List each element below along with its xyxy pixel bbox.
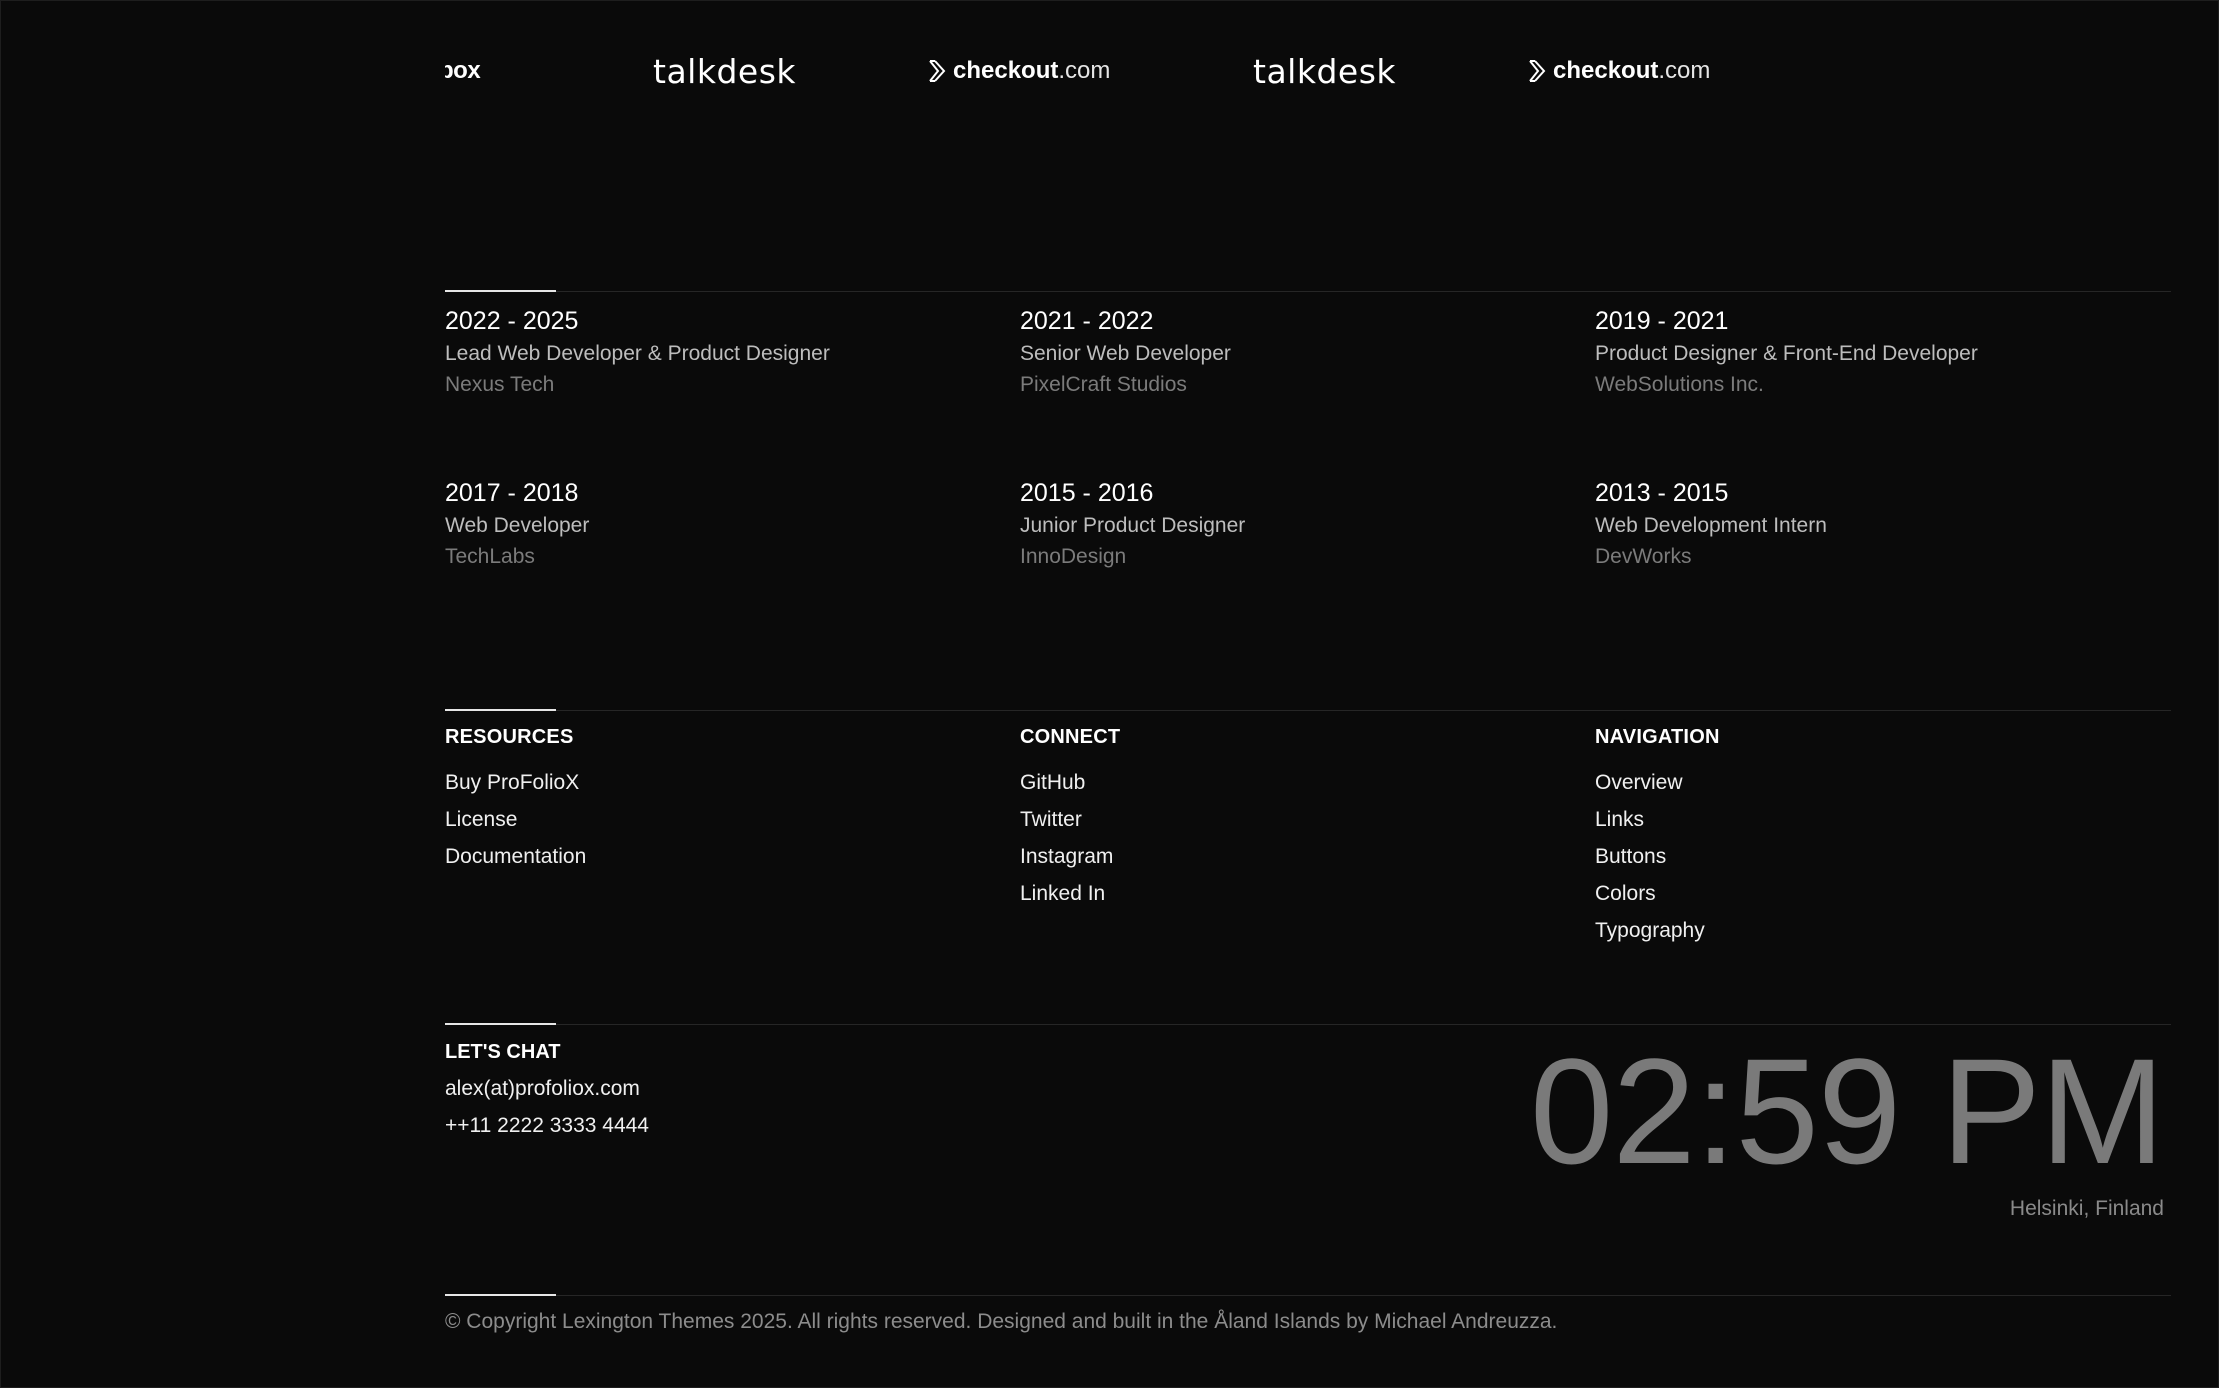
resources-heading: RESOURCES	[445, 726, 574, 748]
link-instagram[interactable]: Instagram	[1020, 844, 1580, 870]
checkout-logo: checkout .com	[1527, 31, 1710, 111]
checkout-logo-bold: checkout	[1553, 57, 1659, 84]
experience-role: Web Development Intern	[1595, 514, 1827, 537]
checkout-logo-thin: .com	[1058, 57, 1111, 84]
experience-role: Junior Product Designer	[1020, 514, 1246, 537]
experience-item: 2019 - 2021 Product Designer & Front-End…	[1595, 306, 2155, 398]
experience-years: 2019 - 2021	[1595, 307, 1729, 335]
experience-years: 2013 - 2015	[1595, 479, 1729, 507]
talkdesk-logo: talkdesk	[1253, 31, 1396, 111]
link-license[interactable]: License	[445, 807, 1005, 833]
navigation-column: NAVIGATION Overview Links Buttons Colors…	[1595, 724, 2155, 955]
checkout-logo-bold: checkout	[953, 57, 1059, 84]
talkdesk-logo-text: talkdesk	[653, 51, 796, 91]
checkout-mark-icon	[1529, 60, 1546, 82]
link-documentation[interactable]: Documentation	[445, 844, 1005, 870]
experience-item: 2022 - 2025 Lead Web Developer & Product…	[445, 306, 1005, 398]
experience-item: 2013 - 2015 Web Development Intern DevWo…	[1595, 478, 2155, 570]
link-buttons[interactable]: Buttons	[1595, 844, 2155, 870]
page-frame: box talkdesk checkout .com talkdesk check…	[0, 0, 2219, 1388]
experience-years: 2022 - 2025	[445, 307, 579, 335]
experience-company: PixelCraft Studios	[1020, 373, 1187, 396]
client-logo-strip: box talkdesk checkout .com talkdesk check…	[445, 31, 1845, 111]
link-twitter[interactable]: Twitter	[1020, 807, 1580, 833]
contact-email-link[interactable]: alex(at)profoliox.com	[445, 1076, 1045, 1102]
experience-company: InnoDesign	[1020, 545, 1127, 568]
footer-links-divider	[445, 709, 2171, 711]
link-linkedin[interactable]: Linked In	[1020, 881, 1580, 907]
checkout-logo: checkout .com	[927, 31, 1110, 111]
box-logo: box	[445, 31, 481, 111]
experience-years: 2021 - 2022	[1020, 307, 1154, 335]
copyright-text: © Copyright Lexington Themes 2025. All r…	[445, 1310, 1558, 1333]
experience-item: 2021 - 2022 Senior Web Developer PixelCr…	[1020, 306, 1580, 398]
link-github[interactable]: GitHub	[1020, 770, 1580, 796]
experience-item: 2015 - 2016 Junior Product Designer Inno…	[1020, 478, 1580, 570]
clock-time: 02:59 PM	[1529, 1027, 2165, 1195]
link-colors[interactable]: Colors	[1595, 881, 2155, 907]
link-links[interactable]: Links	[1595, 807, 2155, 833]
link-buy-profoliox[interactable]: Buy ProFolioX	[445, 770, 1005, 796]
checkout-mark-icon	[929, 60, 946, 82]
experience-divider	[445, 290, 2171, 292]
link-typography[interactable]: Typography	[1595, 918, 2155, 944]
resources-links: Buy ProFolioX License Documentation	[445, 770, 1005, 870]
link-overview[interactable]: Overview	[1595, 770, 2155, 796]
experience-item: 2017 - 2018 Web Developer TechLabs	[445, 478, 1005, 570]
experience-company: TechLabs	[445, 545, 535, 568]
connect-column: CONNECT GitHub Twitter Instagram Linked …	[1020, 724, 1580, 918]
experience-years: 2015 - 2016	[1020, 479, 1154, 507]
navigation-heading: NAVIGATION	[1595, 726, 1720, 748]
connect-links: GitHub Twitter Instagram Linked In	[1020, 770, 1580, 907]
lets-chat-block: LET'S CHAT alex(at)profoliox.com ++11 22…	[445, 1039, 1045, 1139]
talkdesk-logo: talkdesk	[653, 31, 796, 111]
experience-company: Nexus Tech	[445, 373, 555, 396]
lets-chat-heading: LET'S CHAT	[445, 1041, 561, 1063]
experience-role: Lead Web Developer & Product Designer	[445, 342, 830, 365]
contact-phone-link[interactable]: ++11 2222 3333 4444	[445, 1113, 1045, 1139]
copyright-divider	[445, 1294, 2171, 1296]
experience-role: Web Developer	[445, 514, 590, 537]
local-clock: 02:59 PM Helsinki, Finland	[1529, 1027, 2165, 1222]
chat-divider	[445, 1023, 2171, 1025]
resources-column: RESOURCES Buy ProFolioX License Document…	[445, 724, 1005, 881]
navigation-links: Overview Links Buttons Colors Typography	[1595, 770, 2155, 944]
clock-location: Helsinki, Finland	[2009, 1197, 2164, 1220]
checkout-logo-thin: .com	[1658, 57, 1711, 84]
box-logo-text: box	[445, 57, 481, 84]
talkdesk-logo-text: talkdesk	[1253, 51, 1396, 91]
experience-years: 2017 - 2018	[445, 479, 579, 507]
experience-role: Product Designer & Front-End Developer	[1595, 342, 1978, 365]
connect-heading: CONNECT	[1020, 726, 1121, 748]
experience-role: Senior Web Developer	[1020, 342, 1231, 365]
experience-company: WebSolutions Inc.	[1595, 373, 1764, 396]
experience-company: DevWorks	[1595, 545, 1692, 568]
